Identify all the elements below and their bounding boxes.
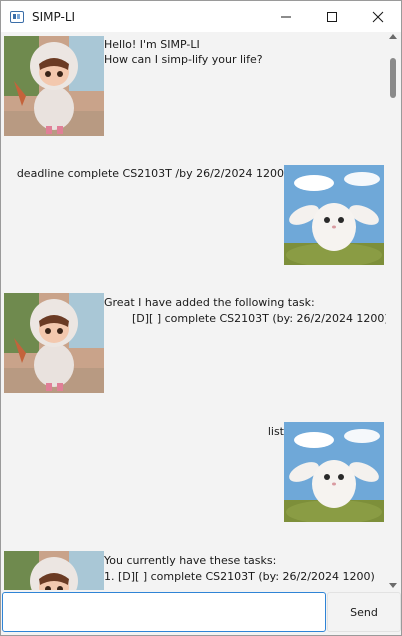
app-window: SIMP-LI Hello! I'm SIMP-LI How can I sim… (0, 0, 402, 636)
send-button[interactable]: Send (327, 592, 401, 632)
scrollbar-thumb[interactable] (390, 58, 396, 98)
white-bunny-avatar (284, 165, 384, 265)
bot-message-line: [D][ ] complete CS2103T (by: 26/2/2024 1… (104, 312, 386, 325)
white-bunny-avatar (284, 422, 384, 522)
scroll-up-arrow-icon[interactable] (389, 34, 397, 39)
vertical-scrollbar[interactable] (386, 32, 400, 590)
message-input[interactable] (2, 592, 326, 632)
minimize-icon (281, 16, 291, 17)
user-message-line: deadline complete CS2103T /by 26/2/2024 … (16, 167, 284, 180)
title-bar: SIMP-LI (1, 1, 401, 32)
bot-message-line: You currently have these tasks: (104, 554, 277, 567)
input-bar: Send (1, 590, 401, 635)
scroll-down-arrow-icon[interactable] (389, 583, 397, 588)
close-icon (372, 11, 384, 22)
maximize-icon (327, 11, 337, 22)
window-title: SIMP-LI (32, 9, 76, 24)
bot-message-line: Great I have added the following task: (104, 296, 315, 309)
bot-message-line: Hello! I'm SIMP-LI (104, 38, 200, 51)
girl-dragon-costume-avatar (4, 293, 104, 393)
minimize-button[interactable] (263, 1, 309, 32)
window-controls (263, 1, 401, 32)
close-button[interactable] (355, 1, 401, 32)
bot-message-line: 1. [D][ ] complete CS2103T (by: 26/2/202… (104, 570, 375, 583)
chat-area[interactable]: Hello! I'm SIMP-LI How can I simp-lify y… (2, 32, 386, 590)
user-message-line: list (267, 425, 284, 438)
app-icon (10, 10, 24, 23)
girl-dragon-costume-avatar (4, 551, 104, 590)
girl-dragon-costume-avatar (4, 36, 104, 136)
bot-message-line: How can I simp-lify your life? (104, 53, 263, 66)
maximize-button[interactable] (309, 1, 355, 32)
